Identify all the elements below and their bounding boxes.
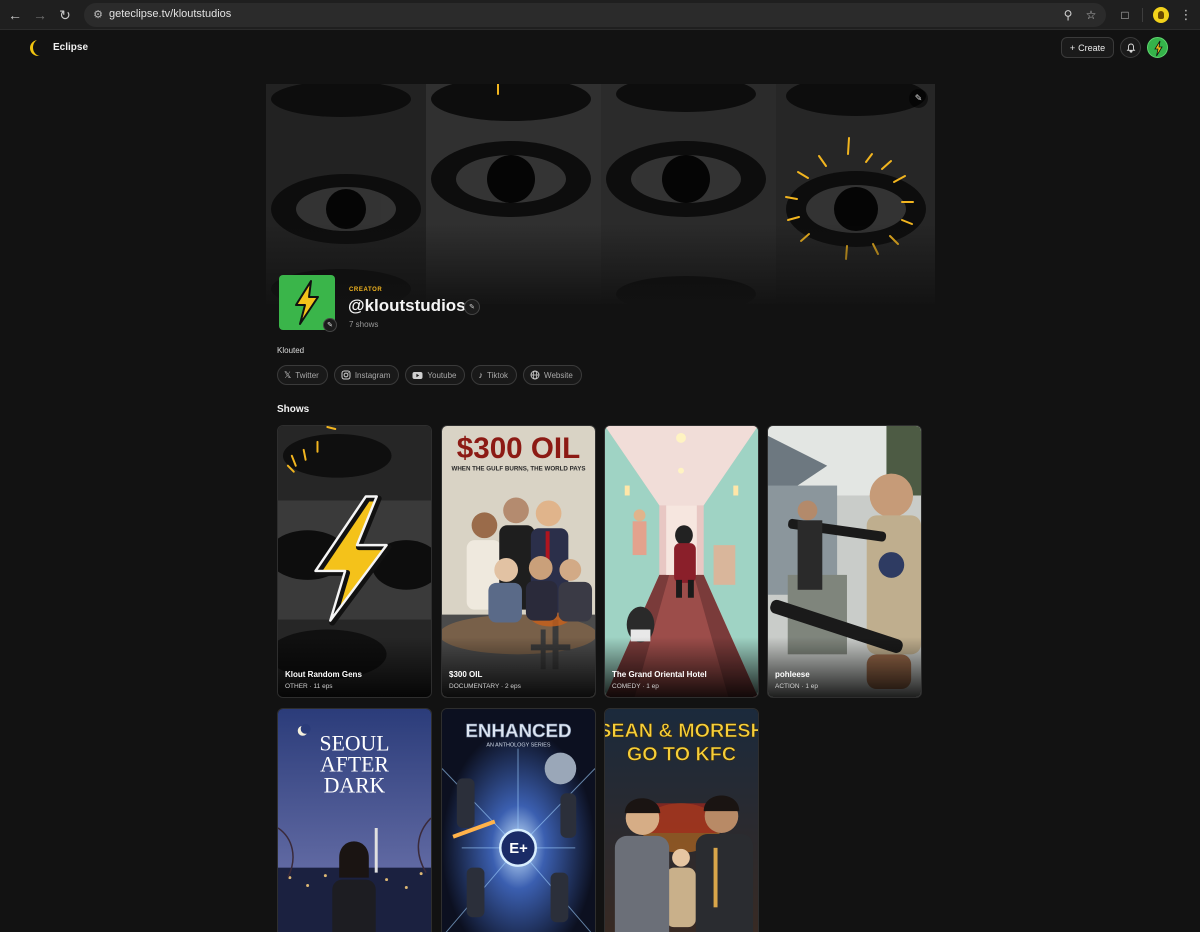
- toolbar-divider: [1142, 8, 1143, 22]
- reload-icon[interactable]: ↻: [54, 4, 76, 26]
- show-poster: E+ ENHANCED AN ANTHOLOGY SERIES: [442, 709, 595, 932]
- show-poster: SEOUL AFTER DARK: [278, 709, 431, 932]
- social-link-youtube[interactable]: Youtube: [405, 365, 466, 385]
- creator-handle: @kloutstudios: [348, 296, 466, 315]
- extensions-icon[interactable]: □: [1114, 4, 1136, 26]
- show-card-enhanced[interactable]: E+ ENHANCED AN ANTHOLOGY SERIES: [441, 708, 596, 932]
- social-link-label: Instagram: [354, 370, 391, 380]
- show-meta: DOCUMENTARY · 2 eps: [449, 683, 521, 690]
- social-link-tiktok[interactable]: ♪ Tiktok: [471, 365, 518, 385]
- back-arrow-icon[interactable]: ←: [4, 4, 26, 26]
- browser-toolbar: ← → ↻ ⚙ geteclipse.tv/kloutstudios ⚲ ☆ □…: [0, 0, 1200, 30]
- youtube-icon: [412, 371, 423, 379]
- social-link-label: Tiktok: [486, 370, 509, 380]
- poster-title: $300 OIL: [457, 432, 580, 465]
- globe-icon: [530, 370, 540, 380]
- bell-icon: [1126, 43, 1135, 53]
- app-header: Eclipse + Create: [0, 31, 1200, 65]
- social-link-twitter[interactable]: 𝕏 Twitter: [277, 365, 328, 385]
- banner-edit-icon[interactable]: ✎: [909, 89, 928, 108]
- social-link-label: Twitter: [295, 370, 319, 380]
- bookmark-star-icon[interactable]: ☆: [1083, 7, 1099, 23]
- social-link-label: Website: [544, 370, 573, 380]
- show-card-sean-moresh[interactable]: SEAN & MORESH GO TO KFC: [604, 708, 759, 932]
- show-card-seoul-after-dark[interactable]: SEOUL AFTER DARK: [277, 708, 432, 932]
- user-avatar[interactable]: [1147, 37, 1168, 58]
- poster-tagline: AN ANTHOLOGY SERIES: [486, 743, 550, 749]
- poster-tagline: WHEN THE GULF BURNS, THE WORLD PAYS: [451, 466, 585, 473]
- social-links: 𝕏 Twitter Instagram Youtube ♪ Tiktok Web…: [277, 365, 582, 385]
- x-icon: 𝕏: [284, 369, 292, 380]
- zoom-icon[interactable]: ⚲: [1060, 7, 1076, 23]
- creator-role-label: CREATOR: [349, 287, 383, 293]
- plus-icon: +: [1069, 42, 1076, 53]
- banner-eyes-art: [266, 84, 935, 304]
- brand-name[interactable]: Eclipse: [53, 42, 88, 53]
- handle-edit-icon[interactable]: ✎: [464, 299, 480, 315]
- instagram-icon: [341, 370, 351, 380]
- creator-bio: Klouted: [277, 346, 305, 355]
- lightning-bolt-icon: [1154, 40, 1163, 57]
- show-card-pohleese[interactable]: pohleese ACTION · 1 ep: [767, 425, 922, 698]
- shows-section-title: Shows: [277, 404, 310, 415]
- tiktok-icon: ♪: [478, 370, 483, 380]
- show-poster: SEAN & MORESH GO TO KFC: [605, 709, 758, 932]
- kebab-menu-icon[interactable]: ⋮: [1175, 4, 1197, 26]
- url-text: geteclipse.tv/kloutstudios: [109, 8, 232, 20]
- browser-profile-avatar[interactable]: [1153, 7, 1169, 23]
- show-card-grand-oriental-hotel[interactable]: The Grand Oriental Hotel COMEDY · 1 ep: [604, 425, 759, 698]
- show-title: The Grand Oriental Hotel: [612, 670, 707, 679]
- poster-title-line-1: SEAN & MORESH: [605, 720, 758, 742]
- address-bar[interactable]: ⚙ geteclipse.tv/kloutstudios ⚲ ☆: [84, 3, 1106, 27]
- show-title: $300 OIL: [449, 670, 483, 679]
- social-link-label: Youtube: [427, 370, 457, 380]
- create-button-label: Create: [1078, 42, 1106, 53]
- forward-arrow-icon[interactable]: →: [29, 4, 51, 26]
- show-meta: ACTION · 1 ep: [775, 683, 818, 690]
- poster-title-line-2: GO TO KFC: [627, 744, 736, 766]
- eclipse-logo-icon[interactable]: [30, 39, 48, 56]
- profile-banner: ✎: [266, 84, 935, 304]
- poster-badge: E+: [509, 841, 528, 857]
- create-button[interactable]: + Create: [1061, 37, 1114, 58]
- show-card-klout-random-gens[interactable]: Klout Random Gens OTHER · 11 eps: [277, 425, 432, 698]
- poster-title-line-3: DARK: [324, 773, 386, 797]
- avatar-edit-icon[interactable]: ✎: [323, 318, 337, 332]
- show-title: pohleese: [775, 670, 810, 679]
- show-meta: OTHER · 11 eps: [285, 683, 333, 690]
- show-title: Klout Random Gens: [285, 670, 362, 679]
- social-link-instagram[interactable]: Instagram: [333, 365, 400, 385]
- show-card-300-oil[interactable]: $300 OIL WHEN THE GULF BURNS, THE WORLD …: [441, 425, 596, 698]
- poster-title: ENHANCED: [465, 720, 571, 741]
- show-count: 7 shows: [349, 320, 379, 329]
- notifications-bell-icon[interactable]: [1120, 37, 1141, 58]
- social-link-website[interactable]: Website: [523, 365, 582, 385]
- show-meta: COMEDY · 1 ep: [612, 683, 659, 690]
- site-info-icon[interactable]: ⚙: [91, 8, 105, 22]
